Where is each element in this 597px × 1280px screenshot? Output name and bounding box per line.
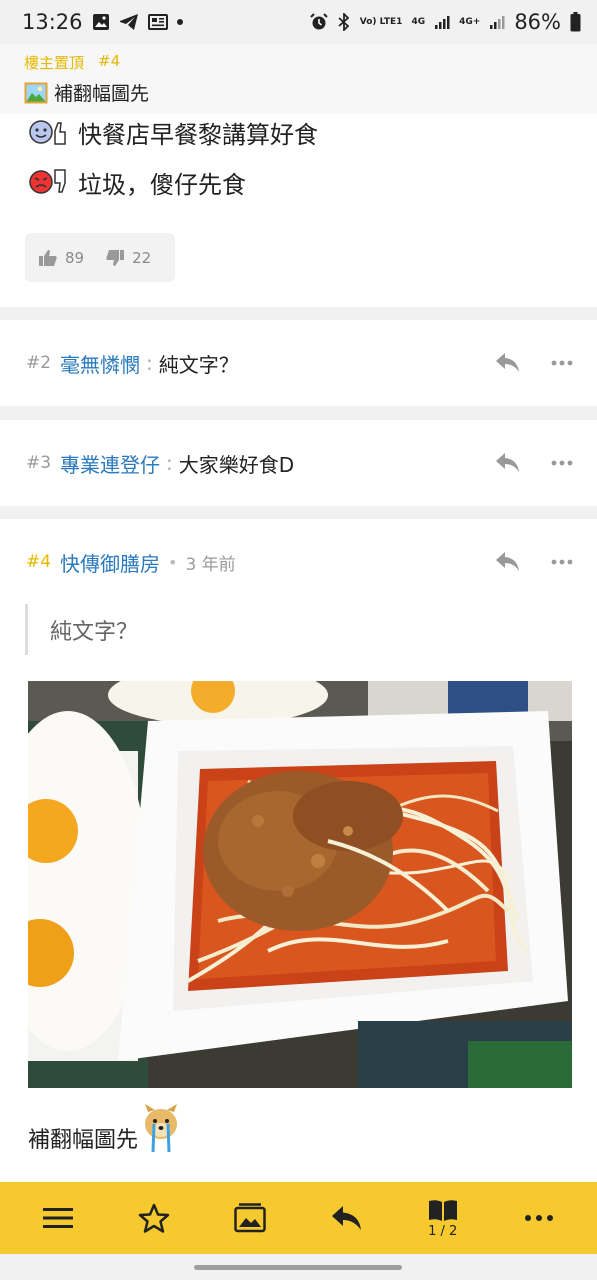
image-icon <box>24 82 48 104</box>
volte-indicator: Vo) LTE1 <box>359 16 403 27</box>
crying-dog-emoji-icon <box>142 1104 180 1154</box>
separator: : <box>166 451 173 475</box>
op-pinned-floor: #4 <box>98 52 121 70</box>
post-card-1: 快餐店早餐黎講算好食 垃圾，傻仔先食 89 22 <box>0 114 597 307</box>
op-pinned-label: 樓主置頂 <box>24 54 85 72</box>
gallery-icon <box>234 1203 267 1233</box>
like-count: 89 <box>65 248 85 267</box>
more-icon[interactable] <box>551 559 573 565</box>
post-time: 3 年前 <box>185 554 236 575</box>
post-text-line-2: 垃圾，傻仔先食 <box>78 170 246 199</box>
more-icon[interactable] <box>551 360 573 366</box>
favorite-button[interactable] <box>124 1188 184 1248</box>
post-text-line-1: 快餐店早餐黎講算好食 <box>78 120 318 149</box>
floor-number: #3 <box>26 453 52 473</box>
quote-text: 純文字？ <box>50 619 139 645</box>
more-options-button[interactable] <box>509 1188 569 1248</box>
angry-thumbs-down-emoji-icon <box>28 167 68 197</box>
system-navigation-bar <box>0 1254 597 1280</box>
gallery-notification-icon <box>92 13 110 31</box>
page-indicator: 1 / 2 <box>428 1223 458 1239</box>
thread-title: 補翻幅圖先 <box>54 83 150 105</box>
floor-number: #4 <box>26 552 52 572</box>
reply-card-2[interactable]: #2 毫無憐憫 : 純文字？ <box>0 320 597 406</box>
reply-card-3[interactable]: #3 專業連登仔 : 大家樂好食D <box>0 420 597 506</box>
battery-icon <box>570 12 581 32</box>
post-photo[interactable] <box>28 681 572 1088</box>
star-icon <box>138 1203 170 1233</box>
reply-icon <box>331 1206 361 1230</box>
post-body: 補翻幅圖先 <box>28 1104 180 1154</box>
reply-text: 純文字？ <box>158 352 239 377</box>
dislike-button[interactable]: 22 <box>106 249 151 267</box>
floor-number: #2 <box>26 353 52 373</box>
news-icon <box>147 13 168 31</box>
alarm-icon <box>310 13 328 31</box>
thumbs-up-icon <box>39 249 57 266</box>
status-time: 13:26 <box>22 10 83 34</box>
username[interactable]: 快傳御膳房 <box>60 548 160 577</box>
post-body-text: 補翻幅圖先 <box>28 1128 139 1153</box>
telegram-icon <box>119 13 139 31</box>
post-card-4: #4 快傳御膳房 • 3 年前 純文字？ 補翻幅圖先 <box>0 519 597 1182</box>
smile-thumbs-up-emoji-icon <box>28 117 68 147</box>
username[interactable]: 專業連登仔 <box>60 449 160 478</box>
thread-title-row[interactable]: 補翻幅圖先 <box>24 79 573 106</box>
menu-button[interactable] <box>28 1188 88 1248</box>
post-line-1: 快餐店早餐黎講算好食 <box>28 117 318 149</box>
reply-thread-button[interactable] <box>317 1188 377 1248</box>
reply-icon[interactable] <box>495 352 521 374</box>
bottom-toolbar: 1 / 2 <box>0 1182 597 1254</box>
pages-button[interactable]: 1 / 2 <box>413 1188 473 1248</box>
signal-icon <box>434 14 450 30</box>
book-icon <box>428 1199 457 1221</box>
battery-percent: 86% <box>514 10 561 34</box>
reply-text: 大家樂好食D <box>178 452 295 477</box>
home-gesture-handle[interactable] <box>194 1265 402 1270</box>
network-4g: 4G <box>411 16 426 27</box>
thumbs-down-icon <box>106 249 125 266</box>
username[interactable]: 毫無憐憫 <box>60 349 140 378</box>
dislike-count: 22 <box>132 248 152 267</box>
bluetooth-icon <box>337 13 351 31</box>
post-header: #4 快傳御膳房 • 3 年前 <box>0 519 597 605</box>
reply-icon[interactable] <box>495 452 521 474</box>
like-button[interactable]: 89 <box>39 249 84 267</box>
thread-header: 樓主置頂 #4 補翻幅圖先 <box>0 44 597 114</box>
reply-icon[interactable] <box>495 551 521 573</box>
hamburger-icon <box>43 1208 74 1228</box>
status-bar: 13:26 Vo) LTE1 4G 4G+ 86% <box>0 0 597 44</box>
more-icon <box>524 1215 553 1221</box>
network-4g-plus: 4G+ <box>459 16 481 27</box>
vote-box: 89 22 <box>25 233 175 282</box>
dot-separator: • <box>168 552 178 572</box>
gallery-button[interactable] <box>220 1188 280 1248</box>
post-line-2: 垃圾，傻仔先食 <box>28 167 246 199</box>
quote-block[interactable]: 純文字？ <box>25 604 138 655</box>
more-icon[interactable] <box>551 460 573 466</box>
separator: : <box>146 351 153 375</box>
op-pinned-tag[interactable]: 樓主置頂 #4 <box>24 52 573 73</box>
signal-icon-2 <box>489 14 505 30</box>
more-notifications-dot <box>176 19 183 25</box>
